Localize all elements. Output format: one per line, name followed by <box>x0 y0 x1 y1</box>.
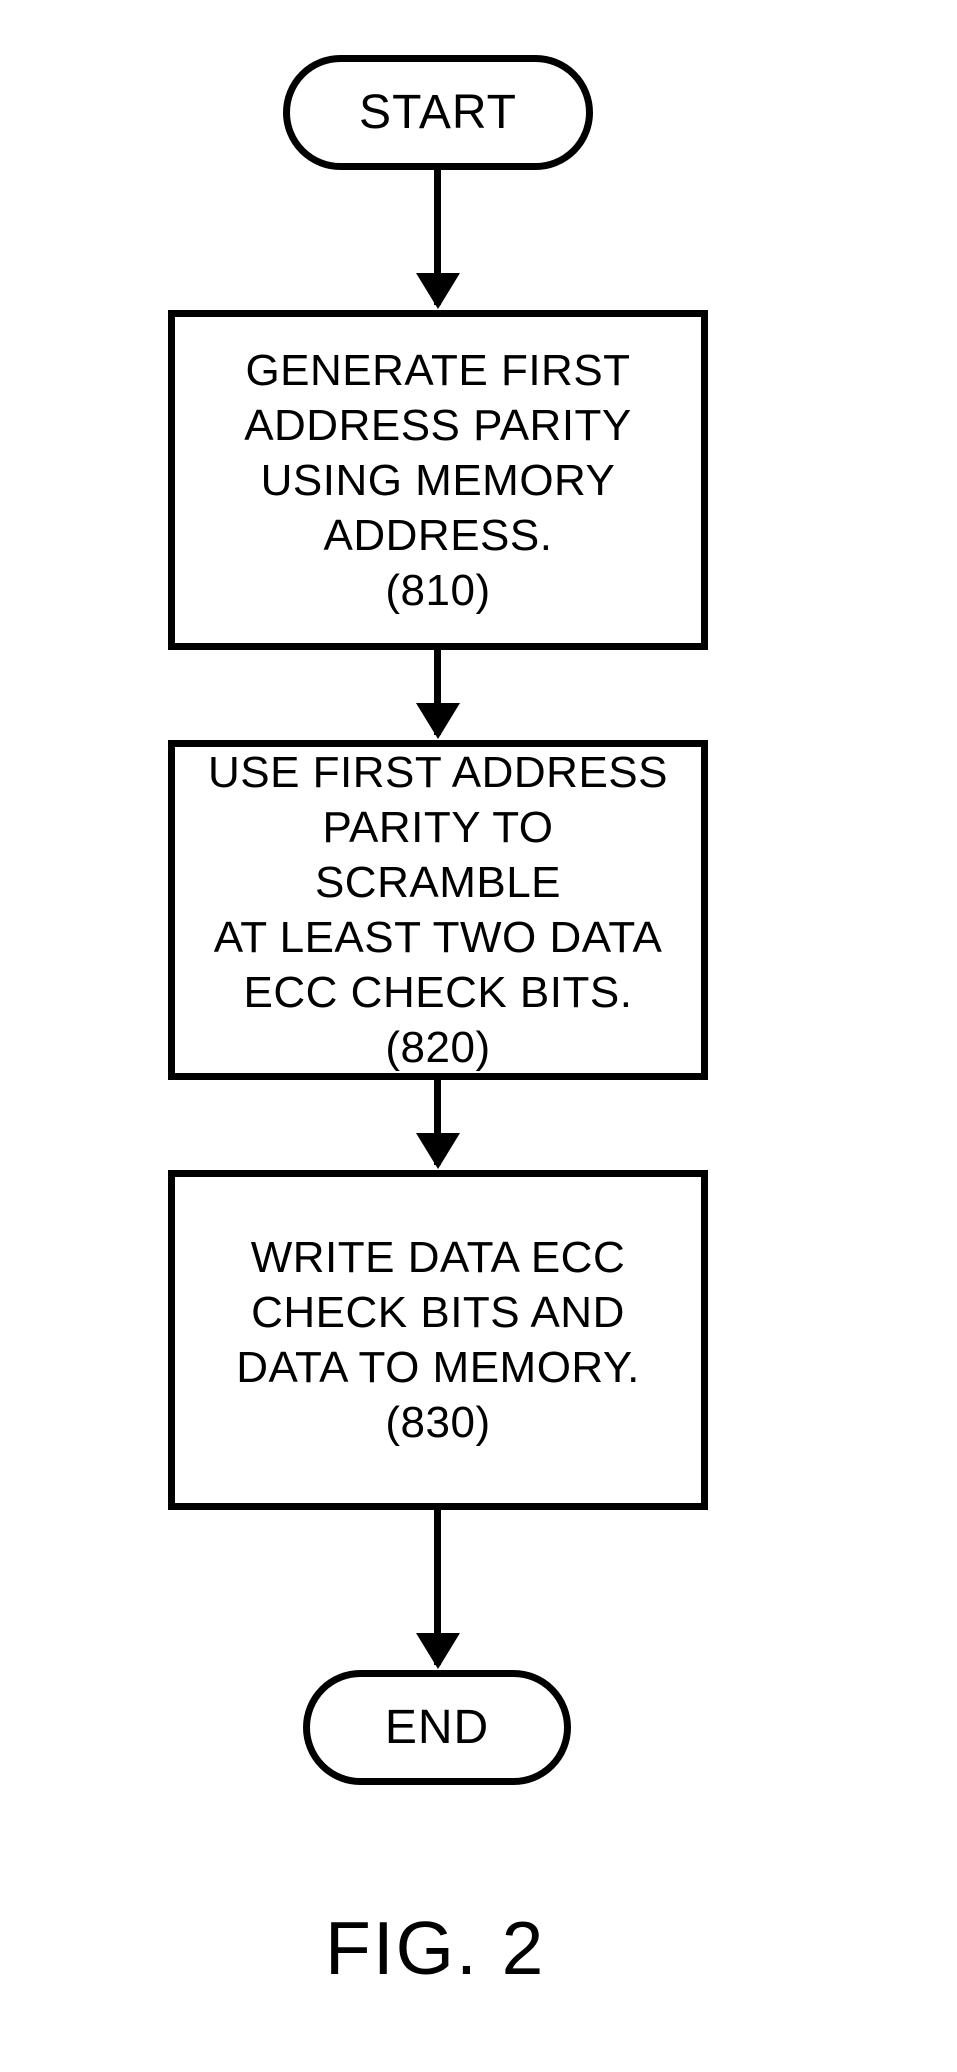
process-810-text: GENERATE FIRST ADDRESS PARITY USING MEMO… <box>244 343 632 618</box>
process-810: GENERATE FIRST ADDRESS PARITY USING MEMO… <box>168 310 708 650</box>
arrow-820-to-830 <box>434 1080 441 1165</box>
flowchart-canvas: START GENERATE FIRST ADDRESS PARITY USIN… <box>0 0 957 2072</box>
start-terminal: START <box>283 55 593 170</box>
arrow-810-to-820 <box>434 650 441 735</box>
process-830-text: WRITE DATA ECC CHECK BITS AND DATA TO ME… <box>236 1230 640 1450</box>
start-label: START <box>359 85 517 140</box>
process-820: USE FIRST ADDRESS PARITY TO SCRAMBLE AT … <box>168 740 708 1080</box>
process-830: WRITE DATA ECC CHECK BITS AND DATA TO ME… <box>168 1170 708 1510</box>
end-terminal: END <box>303 1670 571 1785</box>
process-820-text: USE FIRST ADDRESS PARITY TO SCRAMBLE AT … <box>199 745 677 1075</box>
figure-caption: FIG. 2 <box>325 1905 545 1991</box>
end-label: END <box>385 1700 489 1755</box>
figure-caption-text: FIG. 2 <box>325 1906 545 1990</box>
arrow-830-to-end <box>434 1510 441 1665</box>
arrow-start-to-810 <box>434 170 441 305</box>
